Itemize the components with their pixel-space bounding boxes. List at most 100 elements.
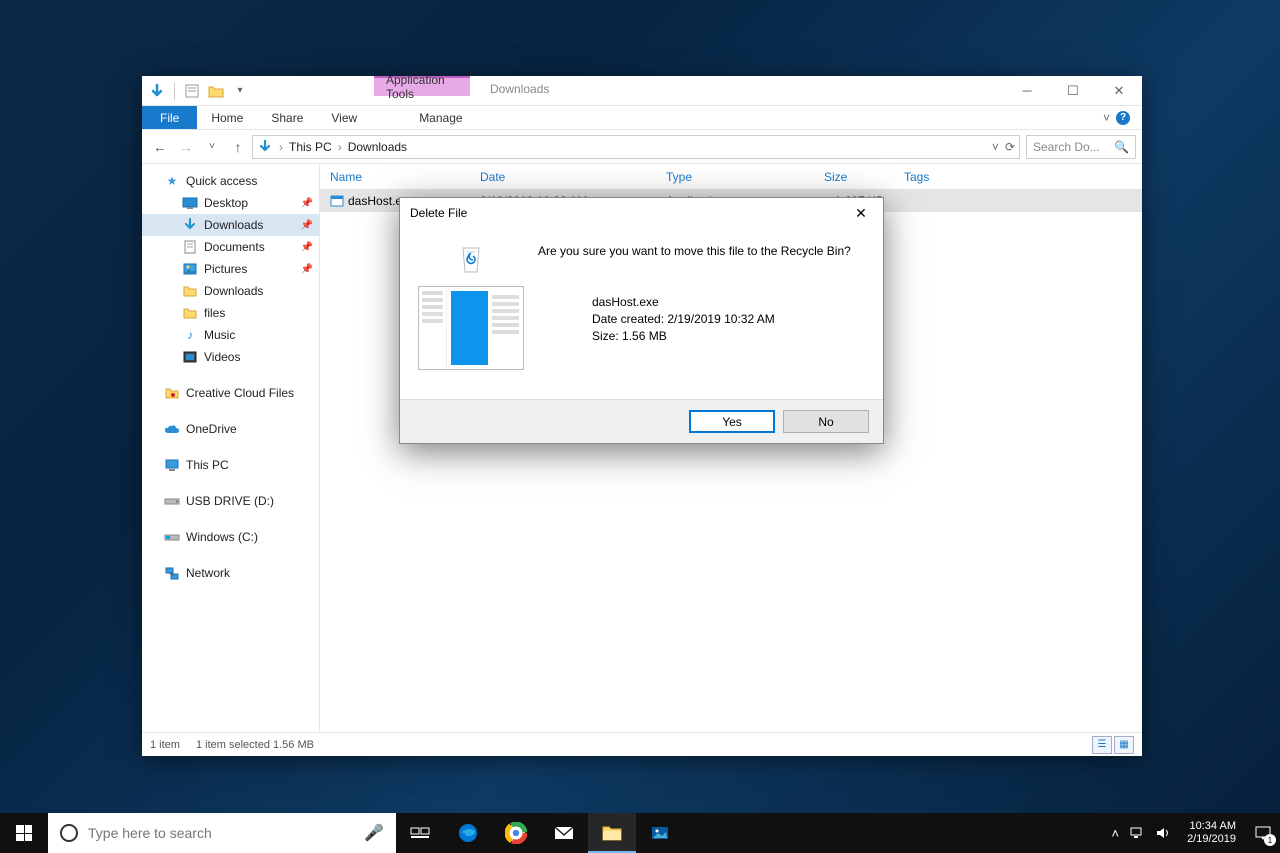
tab-view[interactable]: View <box>317 106 371 129</box>
forward-button[interactable]: → <box>174 135 198 159</box>
download-arrow-icon <box>182 217 198 233</box>
thumbnails-view-button[interactable]: ▦ <box>1114 736 1134 754</box>
help-icon[interactable]: ? <box>1116 111 1130 125</box>
breadcrumb-this-pc[interactable]: This PC <box>289 140 332 154</box>
dialog-file-name: dasHost.exe <box>592 294 862 311</box>
column-name[interactable]: Name <box>320 170 470 184</box>
tab-share[interactable]: Share <box>257 106 317 129</box>
column-headers: ˆ Name Date Type Size Tags <box>320 164 1142 190</box>
creative-cloud-icon <box>164 385 180 401</box>
video-icon <box>182 349 198 365</box>
nav-quick-access[interactable]: ★ Quick access <box>142 170 319 192</box>
address-dropdown-icon[interactable]: ˅ <box>992 140 999 154</box>
properties-icon[interactable] <box>181 80 203 102</box>
nav-creative-cloud[interactable]: Creative Cloud Files <box>142 382 319 404</box>
tray-overflow-icon[interactable]: ˄ <box>1111 826 1119 841</box>
taskbar-search[interactable]: 🎤 <box>48 813 396 853</box>
up-button[interactable]: ↑ <box>226 135 250 159</box>
chrome-icon[interactable] <box>492 813 540 853</box>
pin-icon: 📌 <box>301 220 313 231</box>
action-center-icon[interactable]: 1 <box>1252 822 1274 844</box>
dialog-close-button[interactable]: ✕ <box>849 205 873 222</box>
notification-badge: 1 <box>1264 834 1276 846</box>
nav-windows-c[interactable]: Windows (C:) <box>142 526 319 548</box>
cloud-icon <box>164 421 180 437</box>
search-input[interactable]: Search Do... 🔍 <box>1026 135 1136 159</box>
nav-music[interactable]: ♪ Music <box>142 324 319 346</box>
breadcrumb-downloads[interactable]: Downloads <box>348 140 407 154</box>
details-view-button[interactable]: ☰ <box>1092 736 1112 754</box>
ribbon-tabs: File Home Share View Manage ˅? <box>142 106 1142 130</box>
pin-icon: 📌 <box>301 198 313 209</box>
no-button[interactable]: No <box>783 410 869 433</box>
nav-documents[interactable]: Documents 📌 <box>142 236 319 258</box>
quick-access-toolbar: ▾ <box>142 76 251 105</box>
drive-icon <box>164 493 180 509</box>
dialog-title: Delete File <box>410 206 467 220</box>
maximize-button[interactable]: ☐ <box>1050 76 1096 105</box>
status-bar: 1 item 1 item selected 1.56 MB ☰ ▦ <box>142 732 1142 756</box>
minimize-button[interactable]: ─ <box>1004 76 1050 105</box>
window-controls: ─ ☐ ✕ <box>1004 76 1142 105</box>
file-explorer-icon[interactable] <box>588 813 636 853</box>
customize-qat-icon[interactable]: ▾ <box>229 80 251 102</box>
column-tags[interactable]: Tags <box>894 170 974 184</box>
start-button[interactable] <box>0 813 48 853</box>
dialog-file-size: Size: 1.56 MB <box>592 328 862 345</box>
back-button[interactable]: ← <box>148 135 172 159</box>
nav-onedrive[interactable]: OneDrive <box>142 418 319 440</box>
music-icon: ♪ <box>182 327 198 343</box>
tray-date: 2/19/2019 <box>1187 833 1236 846</box>
refresh-icon[interactable]: ⟳ <box>1005 140 1015 154</box>
pin-icon: 📌 <box>301 264 313 275</box>
breadcrumb[interactable]: › This PC › Downloads ˅ ⟳ <box>252 135 1020 159</box>
nav-videos[interactable]: Videos <box>142 346 319 368</box>
star-icon: ★ <box>164 173 180 189</box>
nav-desktop[interactable]: Desktop 📌 <box>142 192 319 214</box>
recycle-bin-icon <box>455 244 487 276</box>
volume-icon[interactable] <box>1155 826 1171 840</box>
nav-this-pc[interactable]: This PC <box>142 454 319 476</box>
microphone-icon[interactable]: 🎤 <box>364 823 384 843</box>
tab-home[interactable]: Home <box>197 106 257 129</box>
tab-manage[interactable]: Manage <box>399 106 482 129</box>
ribbon-collapse[interactable]: ˅? <box>1103 106 1134 129</box>
chevron-right-icon: › <box>338 140 342 154</box>
clock[interactable]: 10:34 AM 2/19/2019 <box>1181 820 1242 846</box>
windows-logo-icon <box>16 825 32 841</box>
taskbar-apps <box>396 813 684 853</box>
address-bar: ← → ˅ ↑ › This PC › Downloads ˅ ⟳ Search… <box>142 130 1142 164</box>
yes-button[interactable]: Yes <box>689 410 775 433</box>
down-arrow-icon[interactable] <box>146 80 168 102</box>
column-date[interactable]: Date <box>470 170 656 184</box>
application-icon <box>330 194 344 208</box>
recent-locations-button[interactable]: ˅ <box>200 135 224 159</box>
pictures-icon <box>182 261 198 277</box>
desktop-icon <box>182 195 198 211</box>
column-type[interactable]: Type <box>656 170 814 184</box>
edge-icon[interactable] <box>444 813 492 853</box>
contextual-tab-application-tools[interactable]: Application Tools <box>374 76 470 96</box>
nav-downloads-folder[interactable]: Downloads <box>142 280 319 302</box>
task-view-button[interactable] <box>396 813 444 853</box>
nav-network[interactable]: Network <box>142 562 319 584</box>
nav-usb-drive[interactable]: USB DRIVE (D:) <box>142 490 319 512</box>
network-tray-icon[interactable] <box>1129 826 1145 840</box>
nav-files-folder[interactable]: files <box>142 302 319 324</box>
new-folder-icon[interactable] <box>205 80 227 102</box>
window-title: Downloads <box>490 82 549 96</box>
tab-file[interactable]: File <box>142 106 197 129</box>
chevron-down-icon: ˅ <box>1103 111 1110 125</box>
mail-icon[interactable] <box>540 813 588 853</box>
search-placeholder: Search Do... <box>1033 140 1100 154</box>
nav-pictures[interactable]: Pictures 📌 <box>142 258 319 280</box>
document-icon <box>182 239 198 255</box>
close-button[interactable]: ✕ <box>1096 76 1142 105</box>
selection-info: 1 item selected 1.56 MB <box>196 739 314 751</box>
titlebar: ▾ Application Tools Downloads ─ ☐ ✕ <box>142 76 1142 106</box>
chevron-right-icon: › <box>279 140 283 154</box>
column-size[interactable]: Size <box>814 170 894 184</box>
photos-icon[interactable] <box>636 813 684 853</box>
taskbar-search-input[interactable] <box>88 825 354 841</box>
nav-downloads[interactable]: Downloads 📌 <box>142 214 319 236</box>
